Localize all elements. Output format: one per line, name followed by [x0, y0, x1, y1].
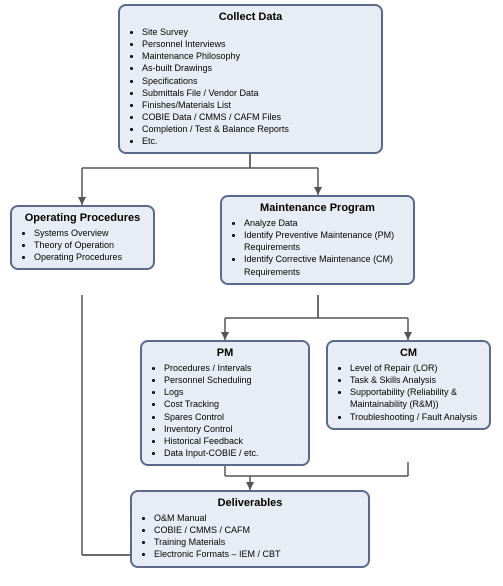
cm-item-0: Level of Repair (LOR) — [350, 362, 481, 374]
collect-item-9: Etc. — [142, 135, 373, 147]
collect-data-box: Collect Data Site Survey Personnel Inter… — [118, 4, 383, 154]
operating-procedures-title: Operating Procedures — [20, 212, 145, 224]
cm-list: Level of Repair (LOR) Task & Skills Anal… — [336, 362, 481, 423]
collect-item-0: Site Survey — [142, 26, 373, 38]
maintenance-item-2: Identify Corrective Maintenance (CM) Req… — [244, 253, 405, 277]
collect-item-6: Finishes/Materials List — [142, 99, 373, 111]
operating-procedures-box: Operating Procedures Systems Overview Th… — [10, 205, 155, 270]
pm-box: PM Procedures / Intervals Personnel Sche… — [140, 340, 310, 466]
collect-item-8: Completion / Test & Balance Reports — [142, 123, 373, 135]
operating-item-1: Theory of Operation — [34, 239, 145, 251]
deliverables-item-1: COBIE / CMMS / CAFM — [154, 524, 360, 536]
operating-list: Systems Overview Theory of Operation Ope… — [20, 227, 145, 263]
collect-item-4: Specifications — [142, 75, 373, 87]
maintenance-item-0: Analyze Data — [244, 217, 405, 229]
pm-item-4: Spares Control — [164, 411, 300, 423]
deliverables-title: Deliverables — [140, 497, 360, 509]
pm-item-1: Personnel Scheduling — [164, 374, 300, 386]
deliverables-list: O&M Manual COBIE / CMMS / CAFM Training … — [140, 512, 360, 561]
flowchart: Collect Data Site Survey Personnel Inter… — [0, 0, 503, 586]
maintenance-item-1: Identify Preventive Maintenance (PM) Req… — [244, 229, 405, 253]
collect-item-1: Personnel Interviews — [142, 38, 373, 50]
deliverables-item-2: Training Materials — [154, 536, 360, 548]
collect-data-list: Site Survey Personnel Interviews Mainten… — [128, 26, 373, 147]
collect-item-7: COBIE Data / CMMS / CAFM Files — [142, 111, 373, 123]
pm-item-3: Cost Tracking — [164, 398, 300, 410]
operating-item-2: Operating Procedures — [34, 251, 145, 263]
pm-item-5: Inventory Control — [164, 423, 300, 435]
collect-item-5: Submittals File / Vendor Data — [142, 87, 373, 99]
collect-data-title: Collect Data — [128, 11, 373, 23]
pm-list: Procedures / Intervals Personnel Schedul… — [150, 362, 300, 459]
cm-item-2: Supportability (Reliability & Maintainab… — [350, 386, 481, 410]
pm-title: PM — [150, 347, 300, 359]
pm-item-7: Data Input-COBIE / etc. — [164, 447, 300, 459]
pm-item-6: Historical Feedback — [164, 435, 300, 447]
pm-item-0: Procedures / Intervals — [164, 362, 300, 374]
collect-item-2: Maintenance Philosophy — [142, 50, 373, 62]
cm-box: CM Level of Repair (LOR) Task & Skills A… — [326, 340, 491, 430]
collect-item-3: As-built Drawings — [142, 62, 373, 74]
cm-item-1: Task & Skills Analysis — [350, 374, 481, 386]
maintenance-list: Analyze Data Identify Preventive Mainten… — [230, 217, 405, 278]
maintenance-program-box: Maintenance Program Analyze Data Identif… — [220, 195, 415, 285]
deliverables-box: Deliverables O&M Manual COBIE / CMMS / C… — [130, 490, 370, 568]
cm-item-3: Troubleshooting / Fault Analysis — [350, 411, 481, 423]
deliverables-item-3: Electronic Formats – IEM / CBT — [154, 548, 360, 560]
maintenance-program-title: Maintenance Program — [230, 202, 405, 214]
operating-item-0: Systems Overview — [34, 227, 145, 239]
deliverables-item-0: O&M Manual — [154, 512, 360, 524]
pm-item-2: Logs — [164, 386, 300, 398]
cm-title: CM — [336, 347, 481, 359]
